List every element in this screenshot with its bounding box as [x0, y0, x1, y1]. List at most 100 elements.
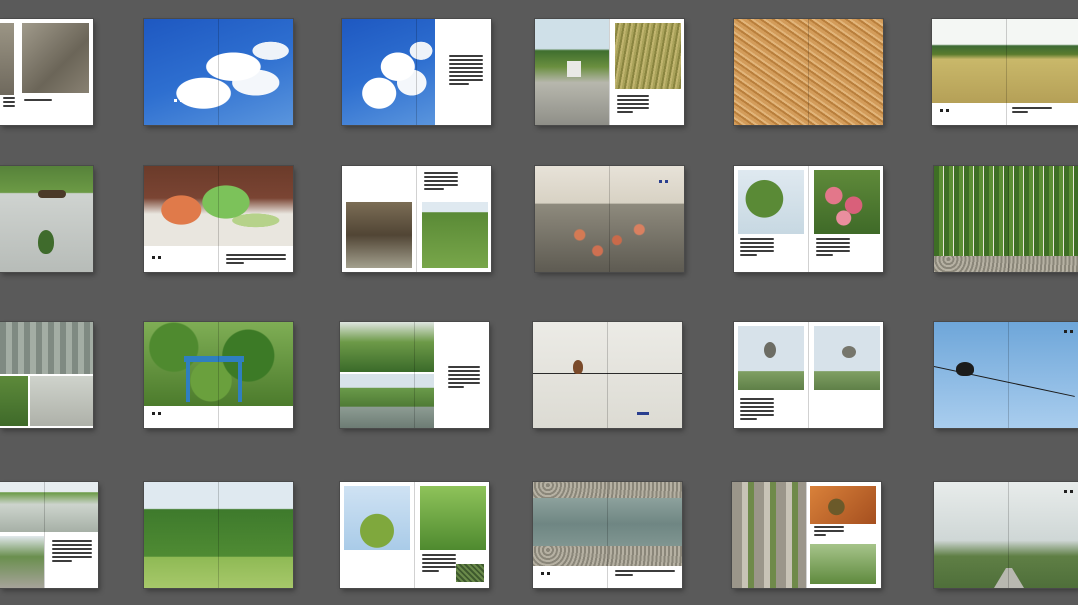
page-gutter	[1008, 322, 1009, 428]
photo	[456, 564, 484, 582]
spread-thumbnail[interactable]	[0, 19, 93, 125]
page-number	[152, 412, 164, 415]
page-number	[174, 99, 186, 102]
spread-thumbnail[interactable]	[535, 166, 684, 272]
page-gutter	[416, 166, 417, 272]
photo	[810, 486, 876, 524]
body-text	[24, 99, 64, 103]
spread-thumbnail[interactable]	[934, 322, 1078, 428]
spread-thumbnail[interactable]	[734, 322, 883, 428]
page-gutter	[1006, 19, 1007, 125]
gate-object	[238, 362, 242, 402]
body-text	[816, 238, 850, 258]
body-text	[3, 97, 15, 109]
body-text	[740, 238, 774, 258]
spread-thumbnail[interactable]	[533, 482, 682, 588]
spread-thumbnail[interactable]	[342, 166, 491, 272]
spread-thumbnail[interactable]	[144, 19, 293, 125]
page-number	[659, 180, 671, 183]
insect-object	[38, 190, 66, 198]
page-gutter	[416, 19, 417, 125]
spread-thumbnail[interactable]	[533, 322, 682, 428]
spread-thumbnail[interactable]	[732, 482, 881, 588]
page-gutter	[607, 322, 608, 428]
photo	[0, 322, 93, 374]
page-number	[152, 256, 164, 259]
spread-thumbnail[interactable]	[734, 166, 883, 272]
photo	[0, 536, 44, 588]
spread-thumbnail[interactable]	[342, 19, 491, 125]
page-number	[940, 109, 952, 112]
body-text	[424, 172, 458, 192]
spread-thumbnail[interactable]	[0, 482, 98, 588]
bird-object	[956, 362, 974, 376]
thumbnail-grid	[0, 0, 1078, 605]
photo	[934, 322, 1078, 428]
body-text	[1012, 107, 1052, 115]
body-text	[422, 554, 456, 574]
spread-thumbnail[interactable]	[144, 166, 293, 272]
page-gutter	[1008, 482, 1009, 588]
page-gutter	[44, 482, 45, 588]
page-gutter	[808, 322, 809, 428]
bird-object	[842, 346, 856, 358]
spread-thumbnail[interactable]	[932, 19, 1078, 125]
gate-object	[186, 362, 190, 402]
page-gutter	[808, 166, 809, 272]
photo	[732, 482, 806, 588]
photo	[934, 256, 1078, 272]
page-gutter	[808, 19, 809, 125]
photo	[0, 166, 93, 272]
page-number	[541, 572, 553, 575]
photo	[810, 544, 876, 584]
spread-thumbnail[interactable]	[934, 482, 1078, 588]
photo	[0, 482, 98, 532]
photo	[340, 374, 434, 428]
body-text	[449, 55, 483, 87]
spread-thumbnail[interactable]	[0, 166, 93, 272]
photo	[0, 23, 14, 95]
bird-object	[573, 360, 583, 374]
body-text	[814, 526, 844, 538]
gate-object	[184, 356, 244, 362]
photo	[934, 166, 1078, 256]
photo	[615, 23, 681, 89]
spread-thumbnail[interactable]	[144, 322, 293, 428]
photo	[344, 486, 410, 550]
leaf-object	[38, 230, 54, 254]
body-text	[740, 398, 774, 422]
page-number	[1064, 330, 1076, 333]
page-gutter	[414, 482, 415, 588]
page-gutter	[609, 166, 610, 272]
body-text	[226, 254, 286, 266]
spread-thumbnail[interactable]	[934, 166, 1078, 272]
page-gutter	[607, 482, 608, 588]
page-gutter	[218, 19, 219, 125]
spread-thumbnail[interactable]	[734, 19, 883, 125]
photo	[22, 23, 89, 93]
photo	[340, 322, 434, 372]
page-gutter	[218, 482, 219, 588]
photo	[814, 170, 880, 234]
bag-object	[567, 61, 581, 77]
page-gutter	[218, 166, 219, 272]
page-number	[1064, 490, 1076, 493]
photo	[738, 326, 804, 390]
photo	[30, 376, 93, 426]
page-gutter	[1008, 166, 1009, 272]
spread-thumbnail[interactable]	[0, 322, 93, 428]
page-gutter	[806, 482, 807, 588]
body-text	[52, 540, 92, 564]
body-text	[615, 570, 675, 578]
caption-mark	[637, 412, 649, 415]
body-text	[617, 95, 649, 115]
page-gutter	[414, 322, 415, 428]
spread-thumbnail[interactable]	[144, 482, 293, 588]
spread-thumbnail[interactable]	[535, 19, 684, 125]
photo	[346, 202, 412, 268]
page-gutter	[218, 322, 219, 428]
photo	[0, 376, 28, 426]
photo	[932, 19, 1078, 103]
spread-thumbnail[interactable]	[340, 482, 489, 588]
spread-thumbnail[interactable]	[340, 322, 489, 428]
